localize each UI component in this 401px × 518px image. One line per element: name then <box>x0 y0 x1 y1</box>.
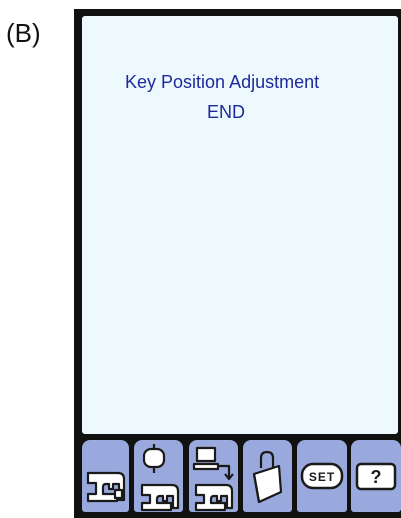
bottom-toolbar: SET ? <box>82 440 401 512</box>
figure: (B) Key Position Adjustment END SET ? <box>0 0 401 518</box>
help-button[interactable]: ? <box>351 440 401 512</box>
embroidery-machine-icon <box>140 444 180 512</box>
machine-panel: Key Position Adjustment END SET ? <box>74 9 401 518</box>
lcd-screen: Key Position Adjustment END <box>82 16 398 434</box>
pocket-button[interactable] <box>243 440 292 512</box>
help-icon: ? <box>355 462 397 491</box>
pocket-storage-icon <box>252 450 283 504</box>
computer-link-icon <box>192 446 234 512</box>
embroidery-mode-button[interactable] <box>134 440 183 512</box>
set-label: SET <box>309 470 335 484</box>
settings-button[interactable]: SET <box>297 440 347 512</box>
sewing-machine-icon <box>86 471 126 503</box>
figure-label: (B) <box>6 18 41 48</box>
pc-link-button[interactable] <box>189 440 238 512</box>
screen-status: END <box>207 102 246 122</box>
help-label: ? <box>371 467 382 487</box>
set-icon: SET <box>300 462 344 490</box>
screen-title: Key Position Adjustment <box>125 72 320 92</box>
sewing-mode-button[interactable] <box>82 440 129 512</box>
